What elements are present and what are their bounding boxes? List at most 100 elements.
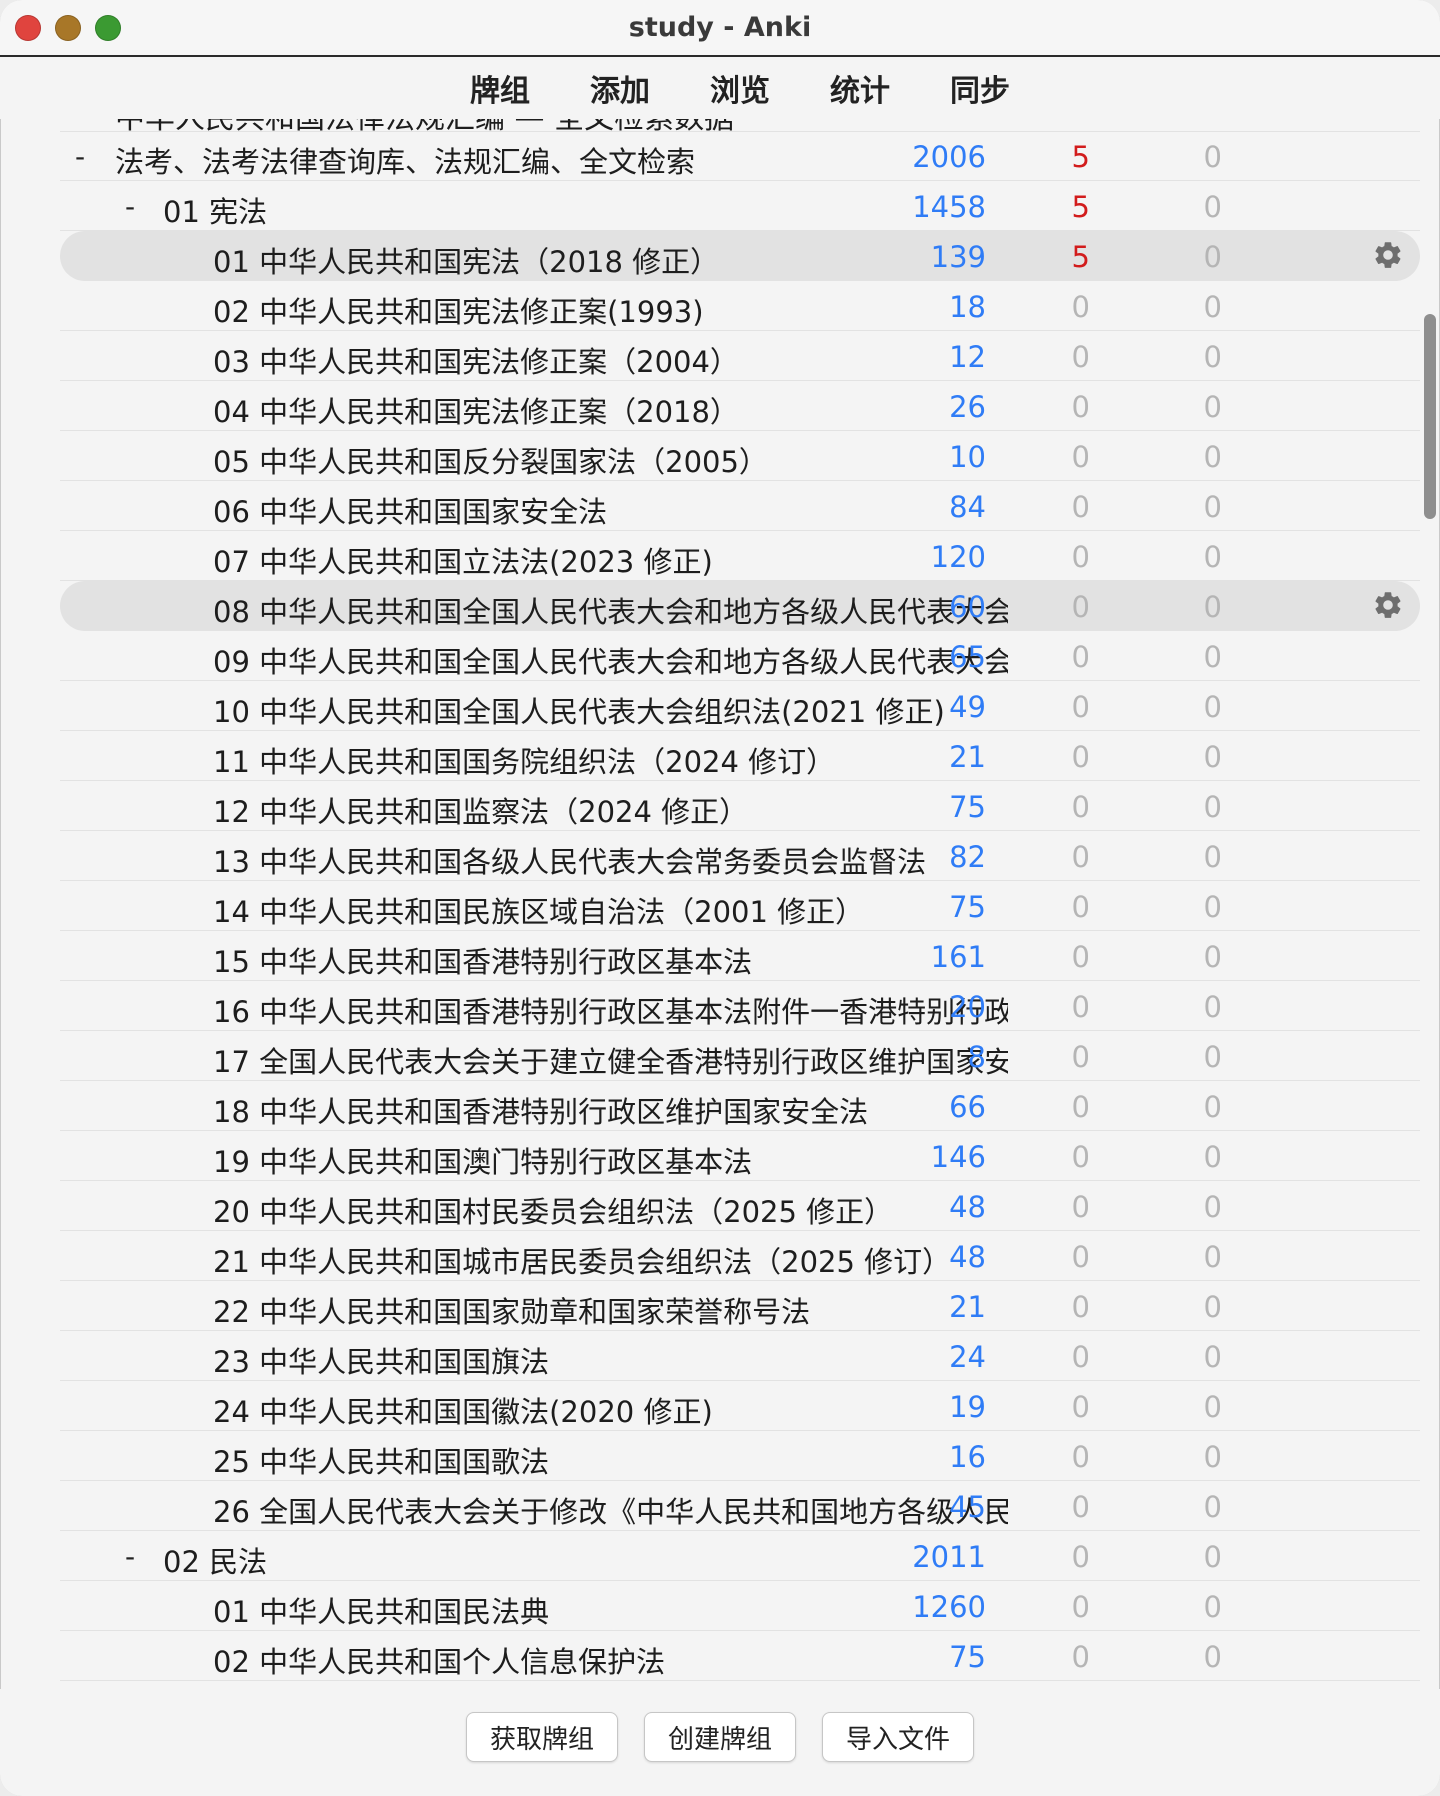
deck-row[interactable]: 17 全国人民代表大会关于建立健全香港特别行政区维护国家安全的法律制度和执行机制… — [60, 1031, 1420, 1081]
new-count: 66 — [949, 1090, 986, 1124]
deck-name[interactable]: 18 中华人民共和国香港特别行政区维护国家安全法 — [213, 1089, 868, 1131]
due-count: 0 — [1203, 640, 1222, 674]
due-count: 0 — [1203, 1240, 1222, 1274]
new-count: 84 — [949, 490, 986, 524]
new-count: 45 — [949, 1490, 986, 1524]
deck-name[interactable]: 24 中华人民共和国国徽法(2020 修正) — [213, 1389, 713, 1431]
new-count: 75 — [949, 790, 986, 824]
deck-row[interactable]: 18 中华人民共和国香港特别行政区维护国家安全法 66 0 0 — [60, 1081, 1420, 1131]
learn-count: 0 — [1071, 390, 1090, 424]
due-count: 0 — [1203, 1540, 1222, 1574]
deck-name[interactable]: 22 中华人民共和国国家勋章和国家荣誉称号法 — [213, 1289, 810, 1331]
deck-name[interactable]: 21 中华人民共和国城市居民委员会组织法（2025 修订） — [213, 1239, 951, 1281]
collapse-toggle[interactable]: - — [75, 140, 85, 173]
deck-name[interactable]: 12 中华人民共和国监察法（2024 修正） — [213, 789, 748, 831]
deck-row[interactable]: 25 中华人民共和国国歌法 16 0 0 — [60, 1431, 1420, 1481]
deck-row[interactable]: 10 中华人民共和国全国人民代表大会组织法(2021 修正) 49 0 0 — [60, 681, 1420, 731]
deck-name[interactable]: 03 中华人民共和国宪法修正案（2004） — [213, 339, 739, 381]
new-count: 2011 — [912, 1540, 986, 1574]
deck-name[interactable]: 14 中华人民共和国民族区域自治法（2001 修正） — [213, 889, 864, 931]
deck-name[interactable]: 06 中华人民共和国国家安全法 — [213, 489, 607, 531]
deck-row[interactable]: 03 中华人民共和国宪法修正案（2004） 12 0 0 — [60, 331, 1420, 381]
deck-name[interactable]: 20 中华人民共和国村民委员会组织法（2025 修正） — [213, 1189, 893, 1231]
deck-name[interactable]: 13 中华人民共和国各级人民代表大会常务委员会监督法 — [213, 839, 926, 881]
deck-name[interactable]: 法考、法考法律查询库、法规汇编、全文检索 — [115, 139, 695, 181]
deck-row[interactable]: 22 中华人民共和国国家勋章和国家荣誉称号法 21 0 0 — [60, 1281, 1420, 1331]
deck-name[interactable]: 01 中华人民共和国民法典 — [213, 1589, 549, 1631]
deck-row[interactable]: 19 中华人民共和国澳门特别行政区基本法 146 0 0 — [60, 1131, 1420, 1181]
learn-count: 0 — [1071, 340, 1090, 374]
new-count: 120 — [930, 540, 986, 574]
new-count: 161 — [930, 940, 986, 974]
deck-name[interactable]: 23 中华人民共和国国旗法 — [213, 1339, 549, 1381]
deck-name[interactable]: 01 宪法 — [163, 189, 267, 231]
import-file-button[interactable]: 导入文件 — [822, 1712, 974, 1762]
deck-row[interactable]: 01 中华人民共和国民法典 1260 0 0 — [60, 1581, 1420, 1631]
deck-row[interactable]: 09 中华人民共和国全国人民代表大会和地方各级人民代表大会代表法6500 — [60, 631, 1420, 681]
due-count: 0 — [1203, 890, 1222, 924]
deck-name[interactable]: 15 中华人民共和国香港特别行政区基本法 — [213, 939, 752, 981]
deck-row[interactable]: 23 中华人民共和国国旗法 24 0 0 — [60, 1331, 1420, 1381]
learn-count: 0 — [1071, 1040, 1090, 1074]
deck-row[interactable]: 15 中华人民共和国香港特别行政区基本法 161 0 0 — [60, 931, 1420, 981]
new-count: 18 — [949, 290, 986, 324]
deck-name[interactable]: 19 中华人民共和国澳门特别行政区基本法 — [213, 1139, 752, 1181]
deck-row[interactable]: 06 中华人民共和国国家安全法 84 0 0 — [60, 481, 1420, 531]
bottom-bar: 获取牌组 创建牌组 导入文件 — [0, 1689, 1440, 1796]
deck-name[interactable]: 02 中华人民共和国宪法修正案(1993) — [213, 289, 704, 331]
new-count: 8 — [967, 1040, 986, 1074]
due-count: 0 — [1203, 290, 1222, 324]
deck-row[interactable]: - 法考、法考法律查询库、法规汇编、全文检索 2006 5 0 — [60, 131, 1420, 181]
due-count: 0 — [1203, 690, 1222, 724]
deck-row[interactable]: 12 中华人民共和国监察法（2024 修正） 75 0 0 — [60, 781, 1420, 831]
deck-row[interactable]: 01 中华人民共和国宪法（2018 修正） 139 5 0 — [60, 231, 1420, 281]
collapse-toggle[interactable]: - — [125, 1540, 135, 1573]
deck-name[interactable]: 10 中华人民共和国全国人民代表大会组织法(2021 修正) — [213, 689, 945, 731]
deck-row[interactable]: 13 中华人民共和国各级人民代表大会常务委员会监督法 82 0 0 — [60, 831, 1420, 881]
gear-icon[interactable] — [1372, 589, 1404, 621]
learn-count: 0 — [1071, 1440, 1090, 1474]
create-deck-button[interactable]: 创建牌组 — [644, 1712, 796, 1762]
due-count: 0 — [1203, 740, 1222, 774]
deck-row[interactable]: 26 全国人民代表大会关于修改《中华人民共和国地方各级人民代表大会和地方各级人民… — [60, 1481, 1420, 1531]
deck-row[interactable]: 02 中华人民共和国个人信息保护法 75 0 0 — [60, 1631, 1420, 1681]
deck-row[interactable]: 05 中华人民共和国反分裂国家法（2005） 10 0 0 — [60, 431, 1420, 481]
new-count: 19 — [949, 1390, 986, 1424]
deck-row[interactable]: 20 中华人民共和国村民委员会组织法（2025 修正） 48 0 0 — [60, 1181, 1420, 1231]
toolbar-sync[interactable]: 同步 — [948, 62, 1012, 114]
deck-row[interactable]: 24 中华人民共和国国徽法(2020 修正) 19 0 0 — [60, 1381, 1420, 1431]
deck-row[interactable]: 07 中华人民共和国立法法(2023 修正) 120 0 0 — [60, 531, 1420, 581]
deck-name[interactable]: 07 中华人民共和国立法法(2023 修正) — [213, 539, 713, 581]
deck-row[interactable]: 11 中华人民共和国国务院组织法（2024 修订） 21 0 0 — [60, 731, 1420, 781]
new-count: 82 — [949, 840, 986, 874]
get-shared-button[interactable]: 获取牌组 — [466, 1712, 618, 1762]
deck-row[interactable]: -02 民法 2011 0 0 — [60, 1531, 1420, 1581]
deck-name[interactable]: 02 中华人民共和国个人信息保护法 — [213, 1639, 665, 1681]
deck-name[interactable]: 25 中华人民共和国国歌法 — [213, 1439, 549, 1481]
toolbar-browse[interactable]: 浏览 — [708, 62, 772, 114]
due-count: 0 — [1203, 1640, 1222, 1674]
learn-count: 0 — [1071, 440, 1090, 474]
deck-row[interactable]: 04 中华人民共和国宪法修正案（2018） 26 0 0 — [60, 381, 1420, 431]
deck-row[interactable]: 08 中华人民共和国全国人民代表大会和地方各级人民代表大会选举法6000 — [60, 581, 1420, 631]
deck-row[interactable]: 03 最高人民法院关于审理人身损害赔偿案件适用法律若干问题的解释2400 — [60, 1681, 1420, 1689]
deck-row[interactable]: 16 中华人民共和国香港特别行政区基本法附件一香港特别行政区行政长官的产生办法2… — [60, 981, 1420, 1031]
toolbar-decks[interactable]: 牌组 — [468, 62, 532, 114]
toolbar-stats[interactable]: 统计 — [828, 62, 892, 114]
deck-row[interactable]: 14 中华人民共和国民族区域自治法（2001 修正） 75 0 0 — [60, 881, 1420, 931]
deck-row[interactable]: 21 中华人民共和国城市居民委员会组织法（2025 修订） 48 0 0 — [60, 1231, 1420, 1281]
learn-count: 0 — [1071, 590, 1090, 624]
deck-name[interactable]: 04 中华人民共和国宪法修正案（2018） — [213, 389, 739, 431]
new-count: 12 — [949, 340, 986, 374]
collapse-toggle[interactable]: - — [125, 190, 135, 223]
deck-row[interactable]: -01 宪法 1458 5 0 — [60, 181, 1420, 231]
vertical-scrollbar[interactable] — [1424, 314, 1436, 519]
deck-name[interactable]: 01 中华人民共和国宪法（2018 修正） — [213, 239, 719, 281]
deck-row[interactable]: 02 中华人民共和国宪法修正案(1993) 18 0 0 — [60, 281, 1420, 331]
gear-icon[interactable] — [1372, 239, 1404, 271]
learn-count: 0 — [1071, 1140, 1090, 1174]
toolbar-add[interactable]: 添加 — [588, 62, 652, 114]
deck-name[interactable]: 05 中华人民共和国反分裂国家法（2005） — [213, 439, 768, 481]
deck-name[interactable]: 11 中华人民共和国国务院组织法（2024 修订） — [213, 739, 835, 781]
deck-name[interactable]: 02 民法 — [163, 1539, 267, 1581]
